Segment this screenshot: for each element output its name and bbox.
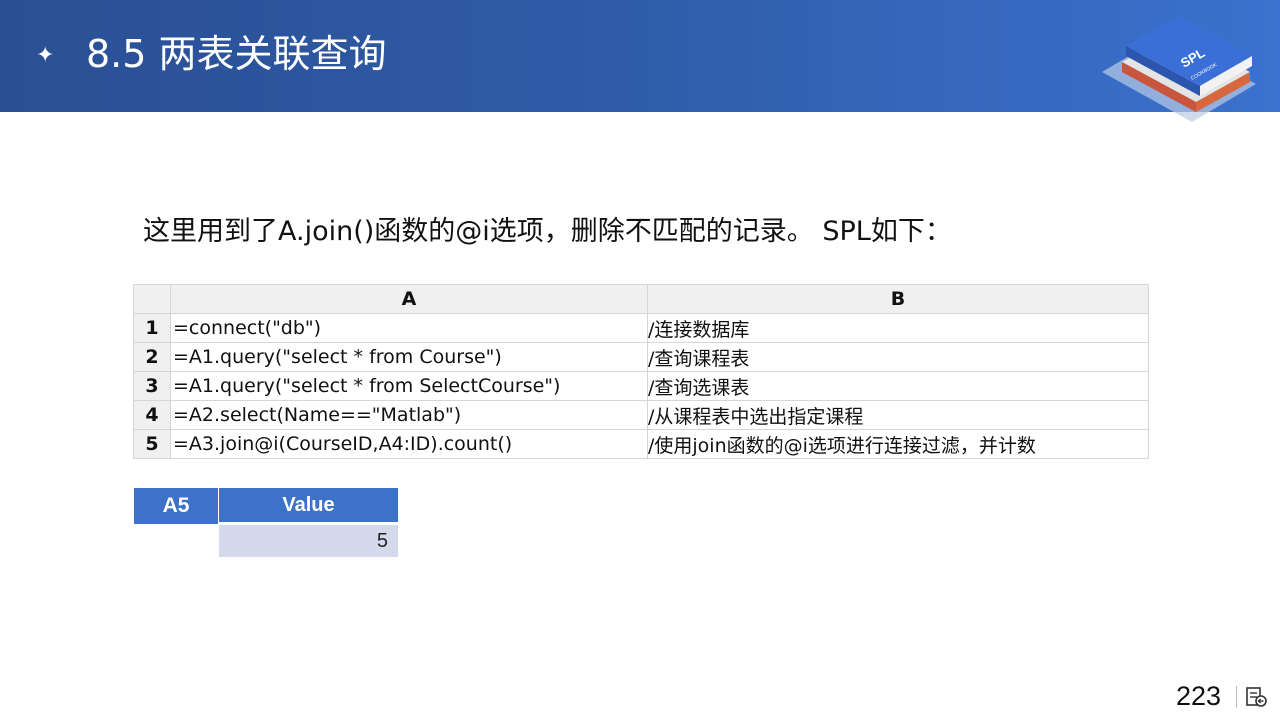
row-number[interactable]: 2 (133, 342, 171, 372)
spl-code-grid: A B 1 =connect("db") /连接数据库 2 =A1.query(… (133, 284, 1149, 459)
slide-header: ✦ 8.5 两表关联查询 SPL COOKBOOK (0, 0, 1280, 122)
row-number[interactable]: 5 (133, 429, 171, 459)
cell-b1[interactable]: /连接数据库 (647, 313, 1149, 343)
grid-row: 3 =A1.query("select * from SelectCourse"… (133, 371, 1149, 401)
cell-a4[interactable]: =A2.select(Name=="Matlab") (170, 400, 648, 430)
cell-a5[interactable]: =A3.join@i(CourseID,A4:ID).count() (170, 429, 648, 459)
row-number[interactable]: 4 (133, 400, 171, 430)
result-column-header: Value (219, 488, 398, 522)
column-header-b[interactable]: B (647, 284, 1149, 314)
slide-nav-icon[interactable] (1245, 686, 1267, 708)
cell-b3[interactable]: /查询选课表 (647, 371, 1149, 401)
grid-row: 5 =A3.join@i(CourseID,A4:ID).count() /使用… (133, 429, 1149, 459)
slide-title: 8.5 两表关联查询 (86, 32, 387, 76)
result-value: 5 (219, 525, 398, 557)
grid-row: 2 =A1.query("select * from Course") /查询课… (133, 342, 1149, 372)
cell-a3[interactable]: =A1.query("select * from SelectCourse") (170, 371, 648, 401)
row-number[interactable]: 3 (133, 371, 171, 401)
grid-row: 1 =connect("db") /连接数据库 (133, 313, 1149, 343)
column-header-a[interactable]: A (170, 284, 648, 314)
cell-b5[interactable]: /使用join函数的@i选项进行连接过滤，并计数 (647, 429, 1149, 459)
cell-a1[interactable]: =connect("db") (170, 313, 648, 343)
footer-divider (1236, 686, 1237, 708)
page-number: 223 (1176, 681, 1222, 711)
cell-a2[interactable]: =A1.query("select * from Course") (170, 342, 648, 372)
book-stack-logo: SPL COOKBOOK (1102, 16, 1256, 122)
sparkle-icon: ✦ (36, 42, 55, 67)
row-number[interactable]: 1 (133, 313, 171, 343)
intro-text: 这里用到了A.join()函数的@i选项，删除不匹配的记录。 SPL如下： (143, 216, 952, 247)
cell-b4[interactable]: /从课程表中选出指定课程 (647, 400, 1149, 430)
grid-corner-cell (133, 284, 171, 314)
cell-b2[interactable]: /查询课程表 (647, 342, 1149, 372)
result-cell-label: A5 (134, 488, 218, 524)
grid-row: 4 =A2.select(Name=="Matlab") /从课程表中选出指定课… (133, 400, 1149, 430)
